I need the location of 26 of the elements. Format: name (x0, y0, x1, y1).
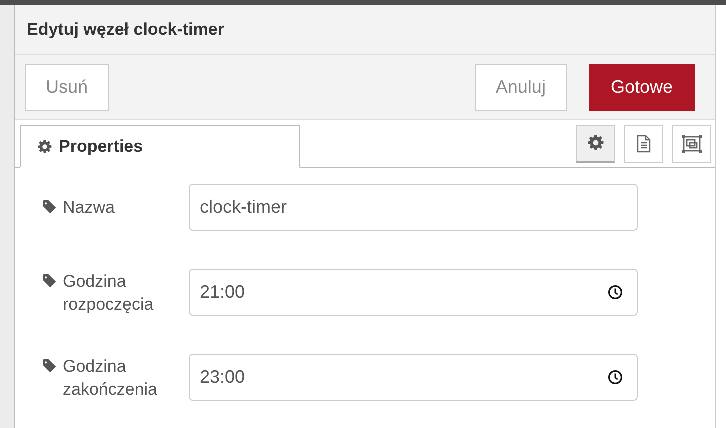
field-label: Godzina rozpoczęcia (63, 270, 155, 316)
field-value: 23:00 (200, 367, 246, 388)
field-value: 21:00 (200, 282, 246, 303)
gear-icon (38, 140, 52, 154)
input-field[interactable]: clock-timer (189, 184, 638, 231)
clock-icon (608, 370, 623, 385)
frame-icon (680, 134, 702, 154)
dialog-title: Edytuj węzeł clock-timer (27, 20, 224, 40)
delete-button[interactable]: Usuń (25, 64, 110, 110)
appearance-button[interactable] (672, 124, 711, 162)
field-label: Nazwa (63, 197, 116, 219)
field-label: Godzina zakończenia (63, 356, 159, 400)
time-field[interactable]: 23:00 (189, 354, 638, 401)
time-field[interactable]: 21:00 (189, 269, 638, 316)
done-button[interactable]: Gotowe (588, 64, 695, 110)
description-button[interactable] (624, 124, 663, 162)
tag-icon (43, 274, 57, 288)
field-value: clock-timer (200, 197, 288, 218)
tag-icon (43, 200, 57, 214)
settings-button[interactable] (576, 124, 615, 162)
cancel-button[interactable]: Anuluj (474, 64, 567, 110)
settings-icon (588, 135, 604, 151)
properties-tab[interactable]: Properties (20, 125, 300, 168)
tag-icon (43, 358, 57, 372)
document-icon (636, 134, 650, 152)
clock-icon (608, 285, 623, 300)
